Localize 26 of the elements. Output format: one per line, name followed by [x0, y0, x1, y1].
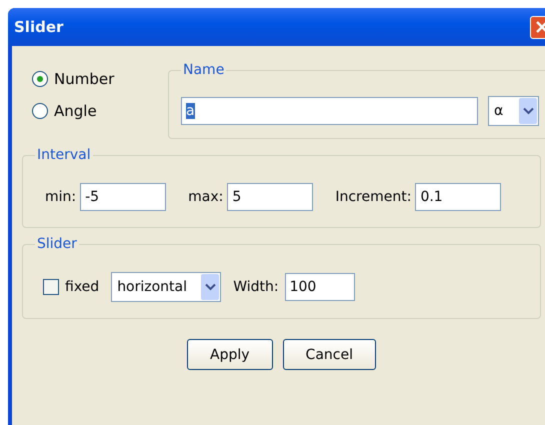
caret-icon: [522, 107, 534, 115]
symbol-dropdown[interactable]: α: [488, 96, 539, 126]
orientation-dropdown[interactable]: horizontal: [111, 272, 222, 302]
field-label: Increment:: [335, 189, 412, 205]
radio-label: Angle: [54, 102, 97, 120]
checkbox-label: fixed: [65, 279, 100, 295]
field-label: min:: [45, 189, 76, 205]
dialog-button[interactable]: Apply: [187, 339, 273, 370]
radio-button[interactable]: [32, 103, 48, 119]
checkbox[interactable]: [43, 279, 59, 295]
input-field[interactable]: 0.1: [415, 183, 502, 211]
close-icon: [534, 20, 545, 34]
field-label: Width:: [233, 279, 279, 295]
input-field[interactable]: 5: [227, 183, 314, 211]
name-field[interactable]: a: [181, 97, 478, 125]
input-field[interactable]: -5: [80, 183, 166, 211]
dialog-button[interactable]: Cancel: [282, 339, 376, 370]
radio-label: Number: [54, 70, 114, 88]
group-title: Slider: [36, 236, 78, 252]
radio-button[interactable]: [32, 71, 48, 87]
field-label: max:: [188, 189, 224, 205]
caret-icon: [204, 283, 216, 291]
window-title: Slider: [14, 18, 64, 36]
width-field[interactable]: 100: [284, 273, 355, 301]
group-title: Interval: [36, 147, 92, 163]
group-title: Name: [182, 62, 226, 78]
